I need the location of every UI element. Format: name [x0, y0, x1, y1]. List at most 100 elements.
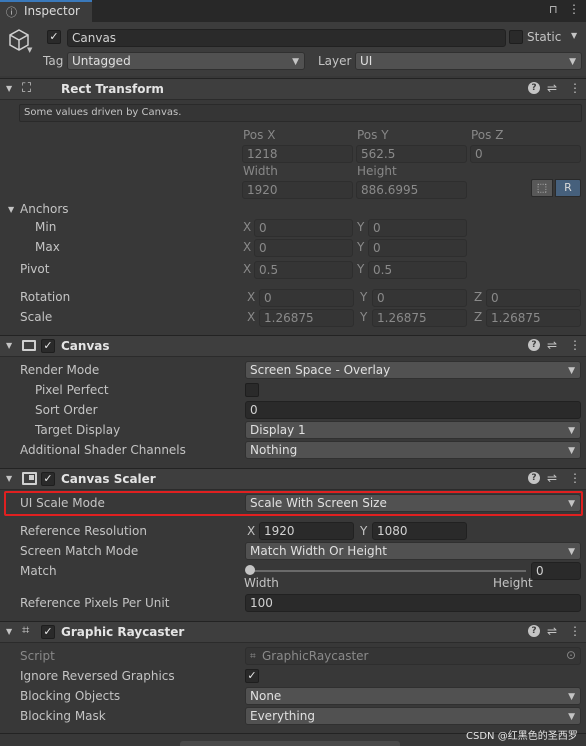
pivot-label: Pivot — [20, 262, 50, 276]
match-value-field[interactable]: 0 — [531, 562, 581, 580]
component-menu-icon[interactable]: ⋮ — [569, 81, 581, 95]
chevron-down-icon: ▼ — [568, 547, 575, 557]
tag-dropdown[interactable]: Untagged ▼ — [67, 52, 305, 70]
pixel-perfect-label: Pixel Perfect — [35, 383, 109, 397]
scale-y-axis-label: Y — [360, 310, 368, 324]
fold-icon[interactable]: ▼ — [6, 341, 12, 350]
pivot-y-axis-label: Y — [357, 262, 365, 276]
pivot-y-field[interactable]: 0.5 — [368, 261, 467, 279]
pixel-perfect-checkbox[interactable] — [245, 383, 259, 397]
canvas-header[interactable]: ▼ ✓ Canvas ? ⇌ ⋮ — [0, 335, 586, 357]
ignore-reversed-checkbox[interactable]: ✓ — [245, 669, 259, 683]
tab-label: Inspector — [24, 4, 80, 18]
blocking-mask-dropdown[interactable]: Everything ▼ — [245, 707, 581, 725]
object-picker-icon[interactable]: ⊙ — [566, 648, 576, 663]
max-x-field[interactable]: 0 — [254, 239, 353, 257]
blueprint-mode-button[interactable]: ⬚ — [531, 179, 553, 197]
active-checkbox[interactable]: ✓ — [47, 30, 61, 44]
pos-z-label: Pos Z — [471, 128, 504, 142]
pivot-x-axis-label: X — [243, 262, 252, 276]
sort-order-label: Sort Order — [35, 403, 98, 417]
min-y-field[interactable]: 0 — [368, 219, 467, 237]
max-y-axis-label: Y — [357, 240, 365, 254]
raycaster-icon: ⌗ — [22, 623, 30, 638]
canvas-scaler-enabled-checkbox[interactable]: ✓ — [41, 472, 55, 486]
layer-label: Layer — [318, 54, 352, 68]
raw-edit-button[interactable]: R — [555, 179, 581, 197]
shader-channels-dropdown[interactable]: Nothing ▼ — [245, 441, 581, 459]
script-field[interactable]: ⌗ GraphicRaycaster ⊙ — [245, 647, 581, 665]
canvas-scaler-header[interactable]: ▼ ✓ Canvas Scaler ? ⇌ ⋮ — [0, 468, 586, 490]
component-menu-icon[interactable]: ⋮ — [569, 471, 581, 485]
render-mode-value: Screen Space - Overlay — [250, 363, 391, 377]
pivot-x-field[interactable]: 0.5 — [254, 261, 353, 279]
presets-icon[interactable]: ⇌ — [547, 81, 557, 95]
canvas-component-icon — [22, 340, 36, 351]
anchors-fold-icon[interactable]: ▼ — [8, 205, 14, 214]
help-icon[interactable]: ? — [528, 625, 540, 637]
match-mode-dropdown[interactable]: Match Width Or Height ▼ — [245, 542, 581, 560]
scale-x-field[interactable]: 1.26875 — [259, 309, 354, 327]
width-field[interactable]: 1920 — [242, 181, 353, 199]
object-name-field[interactable]: Canvas — [67, 29, 506, 47]
rotation-z-field[interactable]: 0 — [486, 289, 581, 307]
presets-icon[interactable]: ⇌ — [547, 338, 557, 352]
rect-transform-icon: ⛶ — [22, 81, 32, 96]
max-y-field[interactable]: 0 — [368, 239, 467, 257]
pos-z-field[interactable]: 0 — [470, 145, 581, 163]
raycaster-enabled-checkbox[interactable]: ✓ — [41, 625, 55, 639]
lock-icon[interactable]: ⊓ — [549, 3, 558, 16]
min-y-axis-label: Y — [357, 220, 365, 234]
ref-resolution-x-field[interactable]: 1920 — [259, 522, 354, 540]
rect-transform-header[interactable]: ▼ ⛶ Rect Transform ? ⇌ ⋮ — [0, 78, 586, 100]
layer-dropdown[interactable]: UI ▼ — [355, 52, 582, 70]
fold-icon[interactable]: ▼ — [6, 627, 12, 636]
sort-order-field[interactable]: 0 — [245, 401, 581, 419]
rotation-x-field[interactable]: 0 — [259, 289, 354, 307]
component-menu-icon[interactable]: ⋮ — [569, 338, 581, 352]
match-slider-thumb[interactable] — [245, 565, 255, 575]
scale-z-field[interactable]: 1.26875 — [486, 309, 581, 327]
rotation-y-field[interactable]: 0 — [372, 289, 467, 307]
tab-menu-icon[interactable]: ⋮ — [568, 2, 580, 16]
height-field[interactable]: 886.6995 — [356, 181, 467, 199]
render-mode-label: Render Mode — [20, 363, 100, 377]
static-checkbox[interactable] — [509, 30, 523, 44]
tab-inspector[interactable]: ⓘ Inspector — [0, 0, 92, 22]
graphic-raycaster-header[interactable]: ▼ ⌗ ✓ Graphic Raycaster ? ⇌ ⋮ — [0, 621, 586, 643]
match-slider-track[interactable] — [249, 570, 526, 572]
pos-y-field[interactable]: 562.5 — [356, 145, 467, 163]
graphic-raycaster-title: Graphic Raycaster — [61, 625, 185, 639]
min-x-field[interactable]: 0 — [254, 219, 353, 237]
target-display-value: Display 1 — [250, 423, 306, 437]
ui-scale-mode-dropdown[interactable]: Scale With Screen Size ▼ — [245, 494, 581, 512]
canvas-scaler-title: Canvas Scaler — [61, 472, 156, 486]
static-dropdown-icon[interactable]: ▼ — [571, 31, 577, 40]
rot-x-axis-label: X — [247, 290, 256, 304]
chevron-down-icon: ▼ — [568, 446, 575, 456]
blocking-objects-dropdown[interactable]: None ▼ — [245, 687, 581, 705]
presets-icon[interactable]: ⇌ — [547, 624, 557, 638]
fold-icon[interactable]: ▼ — [6, 84, 12, 93]
ref-y-axis-label: Y — [360, 524, 368, 538]
ref-resolution-label: Reference Resolution — [20, 524, 147, 538]
icon-dropdown-icon[interactable]: ▼ — [27, 46, 32, 54]
help-icon[interactable]: ? — [528, 82, 540, 94]
help-icon[interactable]: ? — [528, 472, 540, 484]
canvas-enabled-checkbox[interactable]: ✓ — [41, 339, 55, 353]
chevron-down-icon: ▼ — [568, 692, 575, 702]
ppu-field[interactable]: 100 — [245, 594, 581, 612]
component-menu-icon[interactable]: ⋮ — [569, 624, 581, 638]
presets-icon[interactable]: ⇌ — [547, 471, 557, 485]
ref-resolution-y-field[interactable]: 1080 — [372, 522, 467, 540]
add-component-button[interactable] — [180, 741, 400, 746]
render-mode-dropdown[interactable]: Screen Space - Overlay ▼ — [245, 361, 581, 379]
fold-icon[interactable]: ▼ — [6, 474, 12, 483]
target-display-dropdown[interactable]: Display 1 ▼ — [245, 421, 581, 439]
help-icon[interactable]: ? — [528, 339, 540, 351]
min-label: Min — [35, 220, 57, 234]
width-label: Width — [243, 164, 278, 178]
rotation-label: Rotation — [20, 290, 71, 304]
pos-x-field[interactable]: 1218 — [242, 145, 353, 163]
scale-y-field[interactable]: 1.26875 — [372, 309, 467, 327]
